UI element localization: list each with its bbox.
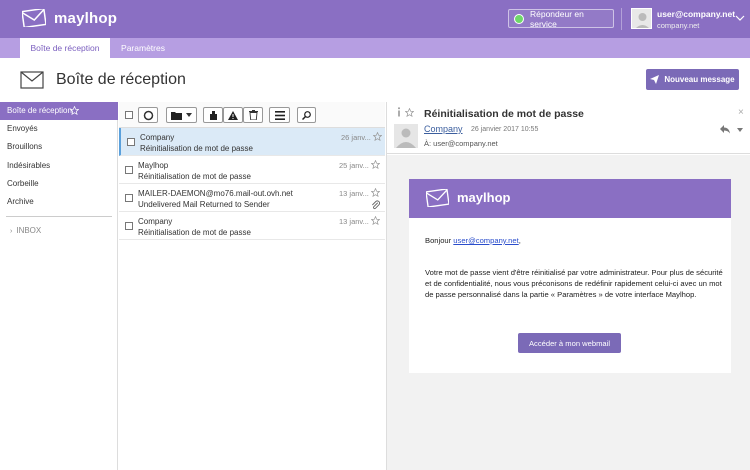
folder-icon	[171, 111, 182, 120]
compose-label: Nouveau message	[664, 75, 735, 84]
sidebar-folder-inbox[interactable]: › INBOX	[10, 226, 41, 235]
sidebar-item-trash[interactable]: Corbeille	[0, 175, 118, 193]
tab-inbox[interactable]: Boîte de réception	[20, 38, 110, 58]
tab-bar: Boîte de réception Paramètres	[0, 38, 750, 58]
search-button[interactable]	[297, 107, 316, 123]
email-banner: maylhop	[409, 179, 731, 218]
star-icon[interactable]	[371, 216, 380, 225]
auto-responder-label: Répondeur en service	[529, 8, 584, 29]
envelope-icon	[20, 71, 44, 89]
spam-button[interactable]	[223, 107, 243, 123]
message-checkbox[interactable]	[125, 222, 133, 230]
sender-avatar	[394, 124, 418, 148]
sidebar-item-drafts[interactable]: Brouillons	[0, 138, 118, 156]
greeting-prefix: Bonjour	[425, 236, 454, 245]
page-title: Boîte de réception	[56, 71, 186, 88]
trash-icon	[248, 110, 258, 120]
avatar-silhouette-icon	[396, 128, 416, 148]
message-subject: Undelivered Mail Returned to Sender	[138, 200, 270, 209]
sidebar-item-sent[interactable]: Envoyés	[0, 120, 118, 138]
message-from: Company	[138, 217, 173, 226]
message-from: Company	[140, 133, 175, 142]
reader-recipient: À: user@company.net	[424, 139, 498, 148]
email-content: maylhop Bonjour user@company.net, Votre …	[409, 179, 731, 373]
message-header: Réinitialisation de mot de passe × Compa…	[387, 102, 750, 154]
close-icon[interactable]: ×	[738, 107, 744, 118]
message-checkbox[interactable]	[127, 138, 135, 146]
chevron-down-icon[interactable]	[737, 128, 743, 132]
message-date: 26 janv...	[341, 133, 371, 142]
send-icon	[650, 75, 660, 84]
sidebar-item-inbox[interactable]: Boîte de réception	[0, 102, 118, 120]
message-toolbar	[119, 102, 385, 128]
sidebar-item-spam[interactable]: Indésirables	[0, 157, 118, 175]
message-row[interactable]: MAILER-DAEMON@mo76.mail-out.ovh.net Unde…	[119, 184, 385, 212]
move-folder-button[interactable]	[166, 107, 197, 123]
message-from: MAILER-DAEMON@mo76.mail-out.ovh.net	[138, 189, 293, 198]
refresh-icon	[143, 110, 153, 120]
avatar-silhouette-icon	[635, 13, 650, 28]
star-icon[interactable]	[405, 108, 414, 117]
reader-sender-link[interactable]: Company	[424, 124, 463, 134]
brand-name: maylhop	[54, 9, 118, 27]
reply-icon[interactable]	[719, 124, 731, 134]
email-paragraph: Votre mot de passe vient d'être réinitia…	[425, 268, 723, 299]
greeting-suffix: ,	[518, 236, 521, 245]
top-header: maylhop Répondeur en service user@compan…	[0, 0, 750, 38]
message-checkbox[interactable]	[125, 194, 133, 202]
sidebar-item-label: Boîte de réception	[7, 106, 72, 115]
refresh-button[interactable]	[138, 107, 158, 123]
message-row[interactable]: Company Réinitialisation de mot de passe…	[119, 212, 385, 240]
header-divider	[621, 8, 622, 30]
star-icon[interactable]	[373, 132, 382, 141]
message-subject: Réinitialisation de mot de passe	[138, 172, 251, 181]
email-greeting: Bonjour user@company.net,	[425, 236, 521, 245]
message-date: 25 janv...	[339, 161, 369, 170]
chevron-down-icon[interactable]	[735, 14, 745, 22]
greeting-email-link[interactable]: user@company.net	[453, 236, 518, 245]
reader-date: 26 janvier 2017 10:55	[471, 126, 539, 133]
message-subject: Réinitialisation de mot de passe	[140, 144, 253, 153]
sidebar-folder-label: INBOX	[16, 226, 42, 235]
message-date: 13 janv...	[339, 189, 369, 198]
message-checkbox[interactable]	[125, 166, 133, 174]
envelope-icon	[22, 9, 46, 27]
archive-button[interactable]	[203, 107, 223, 123]
list-options-button[interactable]	[269, 107, 290, 123]
folder-sidebar: Boîte de réception Envoyés Brouillons In…	[0, 102, 118, 470]
sidebar-item-archive[interactable]: Archive	[0, 193, 118, 211]
sidebar-divider	[6, 216, 112, 217]
spam-warning-icon	[228, 110, 238, 120]
compose-button[interactable]: Nouveau message	[646, 69, 739, 90]
reader-subject: Réinitialisation de mot de passe	[424, 108, 584, 120]
archive-icon	[209, 110, 217, 120]
message-row[interactable]: Company Réinitialisation de mot de passe…	[119, 128, 385, 156]
message-subject: Réinitialisation de mot de passe	[138, 228, 251, 237]
search-icon	[302, 110, 311, 120]
message-date: 13 janv...	[339, 217, 369, 226]
status-dot-icon	[514, 13, 524, 24]
chevron-down-icon	[186, 113, 192, 117]
webmail-access-button[interactable]: Accéder à mon webmail	[518, 333, 621, 353]
user-email[interactable]: user@company.net	[657, 9, 735, 19]
delete-button[interactable]	[243, 107, 263, 123]
brand-logo[interactable]: maylhop	[22, 9, 117, 27]
message-row[interactable]: Maylhop Réinitialisation de mot de passe…	[119, 156, 385, 184]
user-avatar[interactable]	[631, 8, 652, 29]
email-brand-name: maylhop	[457, 190, 511, 205]
message-from: Maylhop	[138, 161, 169, 170]
chevron-right-icon[interactable]: ›	[10, 228, 12, 235]
attachment-icon	[372, 200, 380, 210]
menu-icon	[274, 110, 285, 120]
info-icon[interactable]	[396, 107, 402, 117]
star-icon[interactable]	[371, 188, 380, 197]
envelope-icon	[426, 189, 449, 207]
star-icon[interactable]	[371, 160, 380, 169]
star-icon[interactable]	[70, 106, 79, 115]
auto-responder-button[interactable]: Répondeur en service	[508, 8, 614, 29]
tab-settings[interactable]: Paramètres	[113, 38, 173, 58]
select-all-checkbox[interactable]	[125, 111, 133, 119]
user-domain: company.net	[657, 21, 700, 30]
